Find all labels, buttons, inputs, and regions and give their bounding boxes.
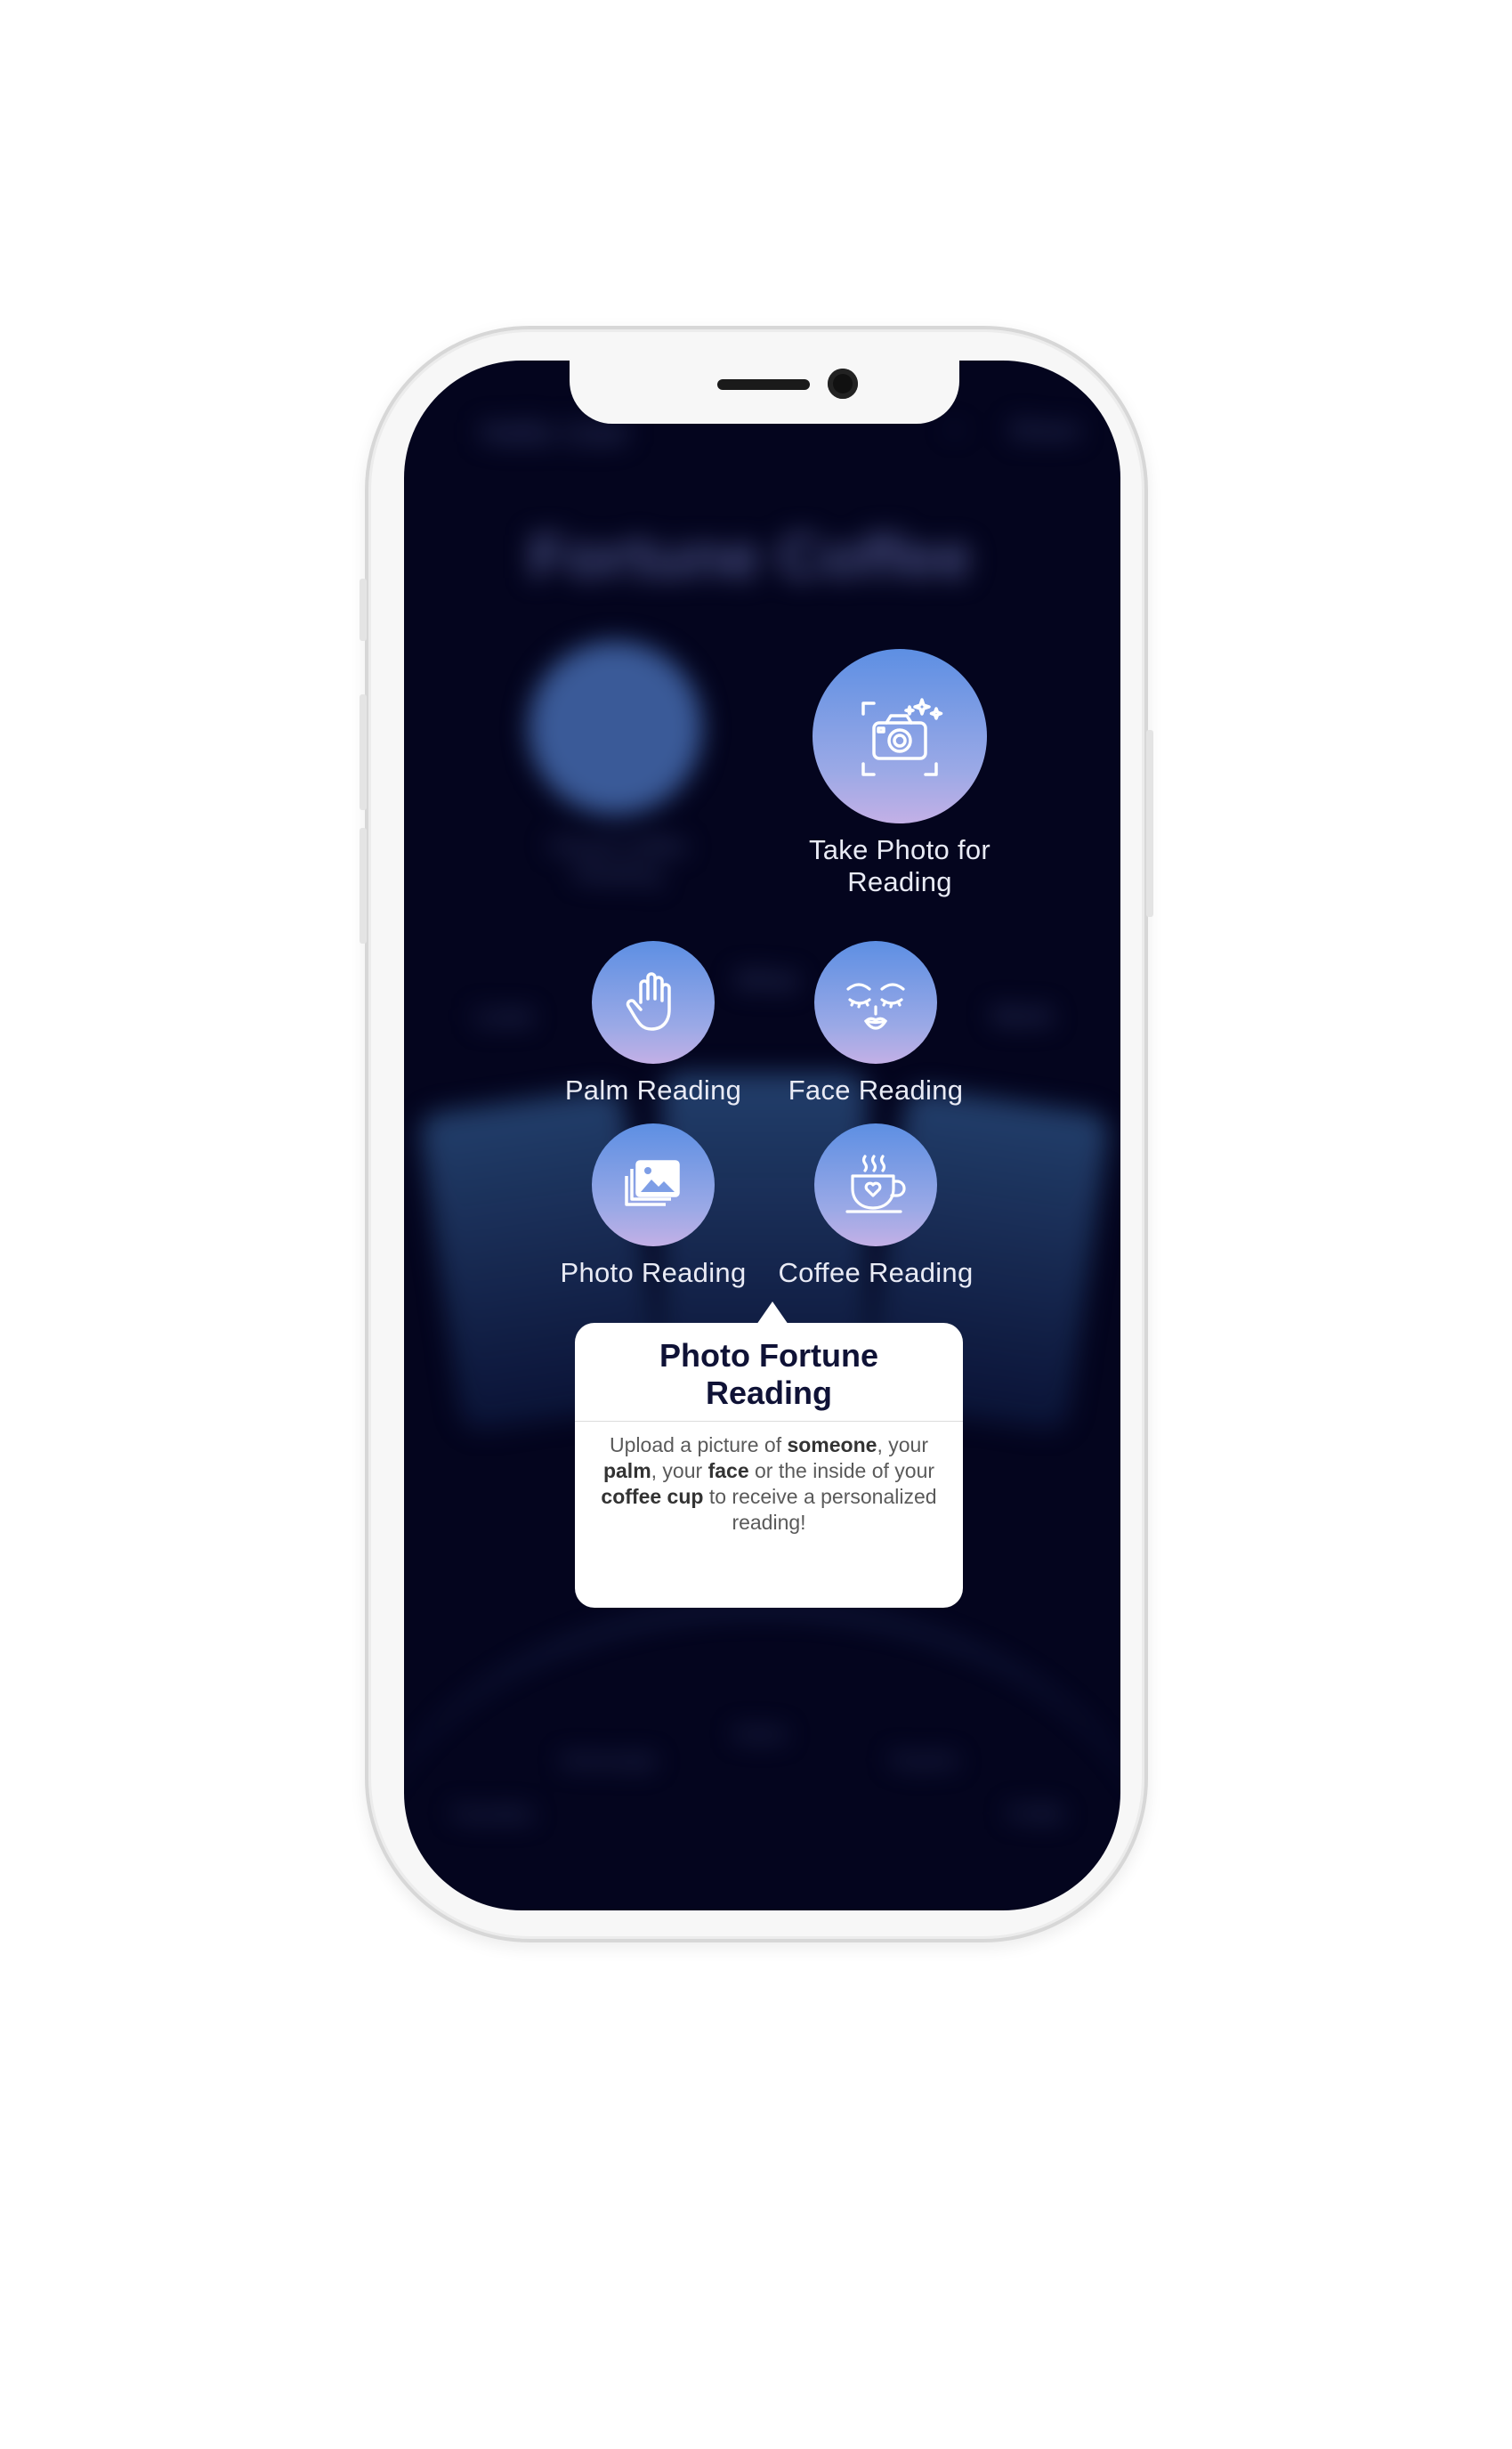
hand-icon	[626, 972, 671, 1031]
palm-reading-button[interactable]	[592, 941, 715, 1064]
nav-horoscope[interactable]: Horoscope	[529, 1749, 689, 1772]
face-reading-button[interactable]	[814, 941, 937, 1064]
photo-fortune-tooltip: Photo Fortune Reading Upload a picture o…	[575, 1302, 963, 1608]
tooltip-text-3: , your	[651, 1459, 708, 1482]
nav-home[interactable]: Home	[707, 1723, 813, 1746]
tooltip-bold-face: face	[707, 1459, 749, 1482]
take-photo-button[interactable]	[813, 649, 987, 823]
front-camera	[828, 369, 858, 399]
mute-switch	[360, 579, 367, 641]
camera-sparkle-icon	[861, 698, 943, 776]
volume-down-button	[360, 828, 367, 944]
tooltip-bold-coffee-cup: coffee cup	[601, 1485, 704, 1508]
share-label[interactable]: Share	[1009, 416, 1080, 446]
image-icon	[625, 1160, 680, 1206]
share-icon[interactable]: ⤚	[947, 414, 966, 443]
app-screen: Hello User ⤚ Share Fortune Coffee Virtua…	[404, 361, 1120, 1910]
tooltip-text-5: to receive a personalized reading!	[703, 1485, 937, 1534]
coffee-reading-label: Coffee Reading	[778, 1257, 974, 1288]
coffee-reading-feature[interactable]: Coffee Reading	[769, 1123, 982, 1289]
tooltip-text-1: Upload a picture of	[610, 1433, 788, 1456]
tooltip-text-4: or the inside of your	[748, 1459, 935, 1482]
palm-reading-feature[interactable]: Palm Reading	[546, 941, 760, 1107]
virtual-coffee-button[interactable]	[529, 641, 702, 815]
photo-reading-label: Photo Reading	[560, 1257, 747, 1288]
notch	[570, 356, 959, 424]
face-icon	[846, 983, 905, 1030]
tooltip-body: Upload a picture of someone, your palm, …	[575, 1422, 963, 1546]
photo-reading-button[interactable]	[592, 1123, 715, 1246]
nav-favorites[interactable]: Favorites	[440, 1803, 546, 1826]
topic-love[interactable]: Love	[475, 1001, 533, 1032]
nav-psychic[interactable]: Psychic	[858, 1749, 991, 1772]
nav-arc	[404, 1607, 1120, 1910]
speaker-grille	[717, 379, 810, 390]
coffee-cup-icon	[845, 1155, 906, 1213]
photo-reading-feature[interactable]: Photo Reading	[546, 1123, 760, 1289]
nav-profile[interactable]: Profile	[982, 1803, 1089, 1826]
face-reading-feature[interactable]: Face Reading	[769, 941, 982, 1107]
tooltip-title: Photo Fortune Reading	[575, 1323, 963, 1422]
blurred-background: Hello User ⤚ Share Fortune Coffee Virtua…	[404, 361, 1120, 1910]
virtual-coffee-label: Virtual Coffee Reading	[547, 832, 688, 887]
app-title: Fortune Coffee	[529, 522, 972, 591]
palm-reading-label: Palm Reading	[564, 1074, 742, 1106]
take-photo-feature[interactable]: Take Photo for Reading	[784, 649, 1015, 898]
topic-work[interactable]: Work	[991, 1001, 1053, 1032]
tooltip-bold-palm: palm	[602, 1459, 651, 1482]
coffee-reading-button[interactable]	[814, 1123, 937, 1246]
take-photo-label: Take Photo for Reading	[808, 834, 991, 897]
tooltip-text-2: , your	[877, 1433, 928, 1456]
volume-up-button	[360, 694, 367, 810]
power-button	[1146, 730, 1153, 917]
tooltip-bold-someone: someone	[787, 1433, 877, 1456]
face-reading-label: Face Reading	[788, 1074, 964, 1106]
